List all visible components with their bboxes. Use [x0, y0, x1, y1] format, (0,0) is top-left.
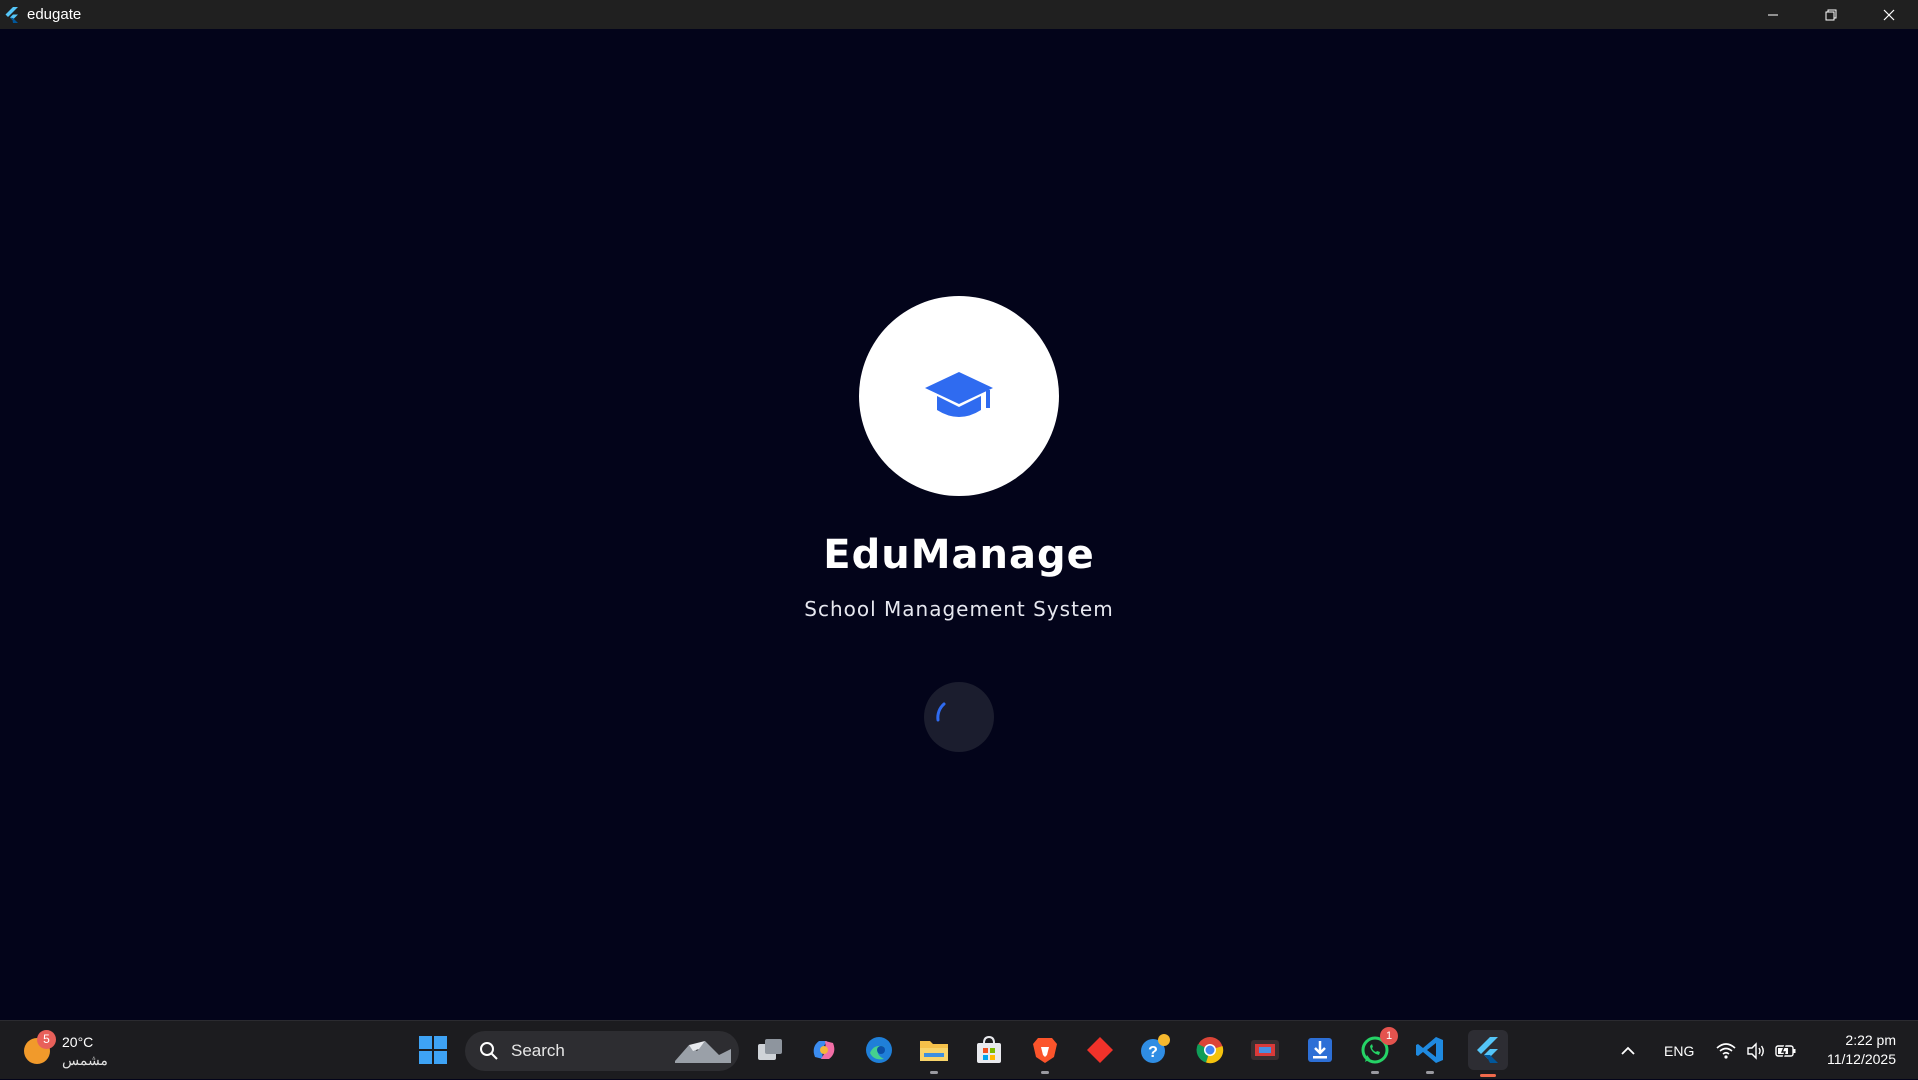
clock-date: 11/12/2025 — [1826, 1051, 1896, 1067]
task-view-button[interactable] — [753, 1033, 787, 1067]
flutter-app-icon — [5, 6, 18, 23]
running-indicator — [930, 1071, 938, 1074]
weather-temperature: 20°C — [62, 1034, 94, 1050]
microsoft-store-button[interactable] — [972, 1033, 1006, 1067]
close-button[interactable] — [1860, 0, 1918, 29]
copilot-icon — [813, 1041, 835, 1059]
search-icon — [480, 1042, 498, 1060]
window-title: edugate — [27, 6, 82, 23]
restore-button[interactable] — [1802, 0, 1860, 29]
whatsapp-button[interactable]: 1 — [1358, 1027, 1398, 1074]
file-explorer-button[interactable] — [917, 1033, 951, 1074]
vscode-icon — [1416, 1037, 1443, 1063]
file-explorer-icon — [920, 1041, 948, 1061]
volume-button[interactable] — [1746, 1021, 1766, 1080]
start-icon — [419, 1036, 447, 1064]
brave-icon — [1033, 1038, 1057, 1063]
chrome-button[interactable] — [1193, 1033, 1227, 1067]
minimize-button[interactable] — [1744, 0, 1802, 29]
start-button[interactable] — [416, 1033, 450, 1067]
window-controls — [1744, 0, 1918, 29]
app-name: EduManage — [823, 532, 1095, 578]
network-button[interactable] — [1716, 1021, 1736, 1080]
show-hidden-icons-button[interactable] — [1620, 1021, 1636, 1080]
copilot-button[interactable] — [807, 1033, 841, 1067]
chrome-icon — [1196, 1037, 1224, 1064]
media-player-button[interactable] — [1248, 1033, 1282, 1067]
wifi-icon — [1716, 1042, 1736, 1059]
search-placeholder: Search — [511, 1041, 565, 1060]
app-subtitle: School Management System — [804, 597, 1114, 621]
battery-charging-icon — [1775, 1044, 1796, 1058]
close-icon — [1883, 9, 1895, 20]
language-indicator[interactable]: ENG — [1664, 1021, 1694, 1080]
battery-button[interactable] — [1775, 1021, 1797, 1080]
svg-text:?: ? — [1148, 1044, 1158, 1061]
task-view-icon — [758, 1039, 782, 1060]
clock-time: 2:22 pm — [1845, 1032, 1896, 1048]
title-bar: edugate — [0, 0, 1918, 29]
running-indicator — [1041, 1071, 1049, 1074]
weather-badge: 5 — [37, 1030, 56, 1049]
app-logo — [859, 296, 1059, 496]
media-player-icon — [1251, 1040, 1279, 1060]
weather-widget[interactable]: 5 20°C مشمس — [24, 1029, 108, 1073]
flutter-button[interactable] — [1468, 1030, 1508, 1077]
help-icon: ? — [1141, 1034, 1170, 1063]
help-button[interactable]: ? — [1138, 1033, 1172, 1067]
minimize-icon — [1768, 14, 1778, 15]
git-button[interactable] — [1083, 1033, 1117, 1067]
active-indicator — [1480, 1074, 1496, 1077]
taskbar-search[interactable]: Search — [465, 1031, 739, 1071]
whatsapp-badge: 1 — [1380, 1027, 1398, 1045]
brave-button[interactable] — [1028, 1033, 1062, 1074]
chevron-up-icon — [1621, 1046, 1635, 1055]
running-indicator — [1426, 1071, 1434, 1074]
edge-button[interactable] — [862, 1033, 896, 1067]
installer-icon — [1308, 1038, 1332, 1062]
git-icon — [1087, 1037, 1113, 1063]
spinner-icon — [936, 702, 946, 722]
running-indicator — [1371, 1071, 1379, 1074]
edge-icon — [866, 1037, 892, 1063]
weather-condition: مشمس — [62, 1052, 108, 1068]
clock[interactable]: 2:22 pm 11/12/2025 — [1827, 1031, 1896, 1069]
restore-icon — [1825, 9, 1837, 20]
flutter-icon — [1477, 1037, 1498, 1063]
splash-screen: EduManage School Management System — [0, 29, 1918, 1020]
microsoft-store-icon — [977, 1035, 1001, 1063]
search-highlight-icon — [675, 1041, 731, 1063]
sun-icon: 5 — [24, 1030, 56, 1064]
language-label: ENG — [1664, 1042, 1695, 1059]
taskbar: 5 20°C مشمس Search ? 1 ENG 2:22 pm 11/12… — [0, 1020, 1918, 1079]
graduation-cap-icon — [925, 372, 993, 417]
vscode-button[interactable] — [1413, 1033, 1447, 1074]
volume-icon — [1747, 1041, 1764, 1060]
installer-button[interactable] — [1303, 1033, 1337, 1067]
loading-spinner — [924, 682, 994, 752]
